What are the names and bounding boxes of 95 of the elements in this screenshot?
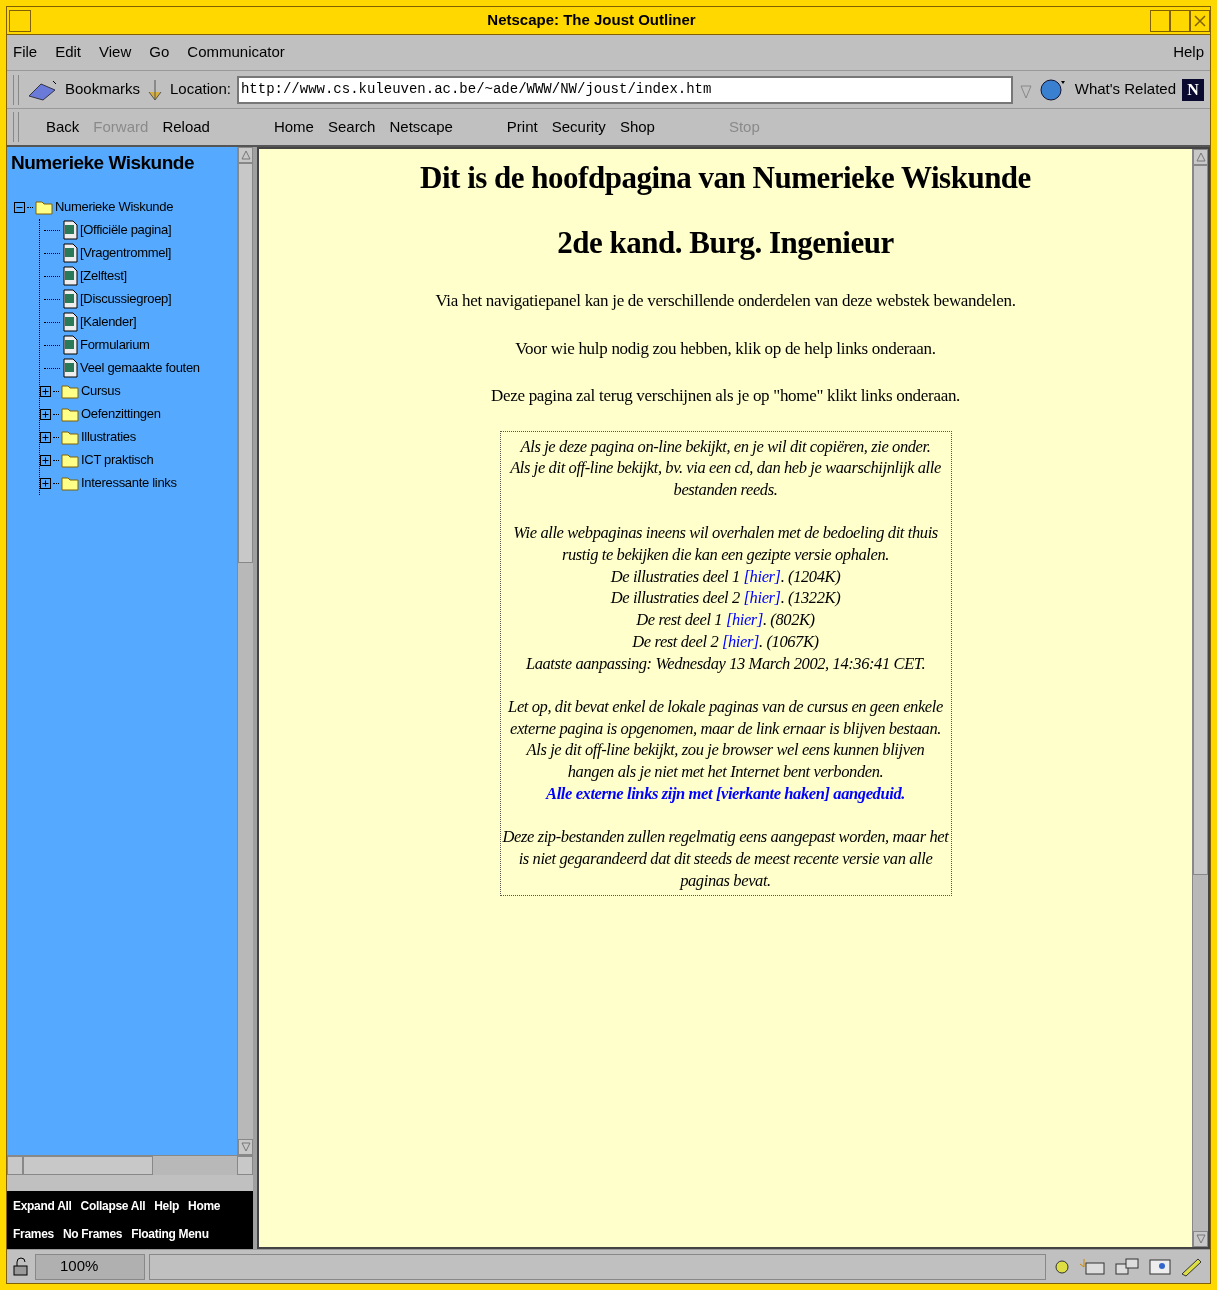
down-arrow-icon[interactable]	[1195, 1234, 1206, 1244]
menu-link[interactable]: No Frames	[62, 1225, 123, 1243]
tree-item[interactable]: Illustraties	[81, 427, 136, 447]
download-line: De rest deel 1 [hier]. (802K)	[636, 609, 815, 631]
tree-item[interactable]: Oefenzittingen	[81, 404, 161, 424]
document-icon	[62, 220, 78, 240]
url-field[interactable]: http://www.cs.kuleuven.ac.be/~ade/WWW/NW/joust/index.htm	[236, 75, 1013, 104]
document-icon	[62, 243, 78, 263]
expand-icon[interactable]	[40, 477, 51, 489]
toolbar-button[interactable]: Security	[544, 112, 613, 142]
toolbar-button[interactable]: Home	[266, 112, 321, 142]
info-text: Als je dit off-line bekijkt, bv. via een cd, dan heb je waarschijnlijk alle bestanden reeds.	[508, 457, 942, 501]
menu-link[interactable]: Floating Menu	[131, 1225, 209, 1243]
toolbar-button[interactable]: Shop	[612, 112, 662, 142]
up-arrow-icon[interactable]	[240, 150, 251, 160]
download-link[interactable]: [hier]	[721, 631, 759, 651]
progress-field: 100%	[35, 1253, 145, 1280]
down-arrow-icon[interactable]	[240, 1142, 251, 1152]
info-text: Als je deze pagina on-line bekijkt, en je wil dit copiëren, zie onder.	[520, 435, 931, 458]
info-text: Let op, dit bevat enkel de lokale paginas van de cursus en geen enkele externe pagina is opgenomen, maar de link ernaar is blijven bestaan. Als je dit off-line bekijkt, zou je browser wel eens kunnen blijven hangen als je niet met het Internet bent verbonden.	[507, 695, 944, 783]
menu-item[interactable]: Communicator	[187, 41, 285, 64]
maximize-button[interactable]	[1170, 9, 1190, 32]
tree-item[interactable]: ICT praktisch	[81, 450, 154, 470]
toolbar-button[interactable]: Netscape	[382, 112, 460, 142]
close-icon	[1194, 14, 1206, 27]
toolbar-button[interactable]: Print	[499, 112, 545, 142]
toolbar-button[interactable]: Back	[39, 112, 87, 142]
tree-item[interactable]: [Kalender]	[80, 312, 137, 332]
toolbar-button[interactable]: Reload	[155, 112, 217, 142]
download-link[interactable]: [hier]	[743, 588, 781, 608]
menu-item[interactable]: View	[99, 41, 132, 64]
download-line: De rest deel 2 [hier]. (1067K)	[632, 630, 819, 653]
document-icon	[62, 312, 78, 332]
folder-icon	[61, 475, 79, 491]
menu-item[interactable]: File	[13, 41, 38, 64]
minimize-button[interactable]	[1150, 9, 1170, 32]
window-menu-button[interactable]	[9, 9, 31, 32]
tree-item[interactable]: Formularium	[80, 335, 150, 355]
menu-link[interactable]: Home	[188, 1197, 221, 1215]
download-line: De illustraties deel 2 [hier]. (1322K)	[610, 587, 841, 610]
folder-icon	[35, 199, 53, 215]
whats-related-button[interactable]: What's Related	[1074, 78, 1176, 101]
intro-text: Voor wie hulp nodig zou hebben, klik op de help links onderaan.	[515, 337, 936, 360]
scrollbar[interactable]	[237, 147, 253, 1155]
horizontal-scrollbar[interactable]	[7, 1155, 253, 1175]
folder-icon	[61, 383, 79, 399]
panel-title: Numerieke Wiskunde	[11, 151, 195, 175]
close-button[interactable]	[1190, 9, 1210, 32]
menu-link[interactable]: Collapse All	[80, 1197, 146, 1215]
tree-item[interactable]: [Zelftest]	[80, 266, 127, 286]
tree-item[interactable]: [Officiële pagina]	[80, 220, 172, 240]
tree-item[interactable]: Cursus	[81, 381, 121, 401]
expand-icon[interactable]	[40, 454, 51, 466]
chat-icon[interactable]	[1112, 1255, 1142, 1278]
menu-link[interactable]: Frames	[13, 1225, 54, 1243]
tree-item[interactable]: [Vragentrommel]	[80, 243, 172, 263]
up-arrow-icon[interactable]	[1195, 152, 1206, 162]
menu-link[interactable]: Help	[154, 1197, 180, 1215]
expand-icon[interactable]	[40, 408, 51, 420]
expand-icon[interactable]	[40, 385, 51, 397]
intro-text: Deze pagina zal terug verschijnen als je op "home" klikt links onderaan.	[490, 385, 961, 407]
menu-link[interactable]: Expand All	[13, 1197, 72, 1215]
tree-item[interactable]: Numerieke Wiskunde	[55, 197, 174, 217]
menu-item[interactable]: Go	[149, 41, 170, 64]
document-icon	[62, 358, 78, 378]
info-text: Wie alle webpaginas ineens wil overhalen met de bedoeling dit thuis rustig te bekijken die kan een gezipte versie ophalen.	[512, 522, 939, 566]
info-text: Deze zip-bestanden zullen regelmatig eens aangepast worden, maar het is niet gegarandeerd dat dit steeds de meest recente versie van alle paginas bevat.	[502, 826, 949, 892]
tree-item[interactable]: Interessante links	[81, 473, 177, 493]
download-line: De illustraties deel 1 [hier]. (1204K)	[610, 565, 841, 588]
expand-icon[interactable]	[40, 431, 51, 443]
netscape-logo: N	[1182, 78, 1204, 101]
download-link[interactable]: [hier]	[743, 566, 781, 586]
download-link[interactable]: [hier]	[725, 610, 763, 630]
collapse-icon[interactable]	[14, 201, 25, 213]
window-title: Netscape: The Joust Outliner	[486, 10, 697, 31]
folder-icon	[61, 452, 79, 468]
toolbar-button[interactable]: Search	[320, 112, 383, 142]
bookmarks-button[interactable]: Bookmarks	[65, 78, 141, 101]
lock-icon[interactable]	[11, 1256, 31, 1277]
scrollbar[interactable]	[1192, 149, 1208, 1247]
menu-item[interactable]: Edit	[55, 41, 82, 64]
document-icon	[62, 335, 78, 355]
page-heading: Dit is de hoofdpagina van Numerieke Wiskunde	[420, 159, 1031, 197]
info-text: Laatste aanpassing: Wednesday 13 March 2002, 14:36:41 CET.	[525, 652, 926, 675]
page-subheading: 2de kand. Burg. Ingenieur	[557, 223, 894, 262]
folder-icon	[61, 406, 79, 422]
tree-item[interactable]: [Discussiegroep]	[80, 289, 172, 309]
location-label: Location:	[170, 79, 231, 100]
folder-icon	[61, 429, 79, 445]
document-icon	[62, 266, 78, 286]
tree-item[interactable]: Veel gemaakte fouten	[80, 358, 200, 378]
document-icon	[62, 289, 78, 309]
menu-item[interactable]: Help	[1173, 41, 1204, 64]
intro-text: Via het navigatiepanel kan je de verschillende onderdelen van deze webstek bewandelen.	[435, 290, 1016, 312]
info-notice: Alle externe links zijn met [vierkante haken] aangeduid.	[546, 782, 905, 805]
